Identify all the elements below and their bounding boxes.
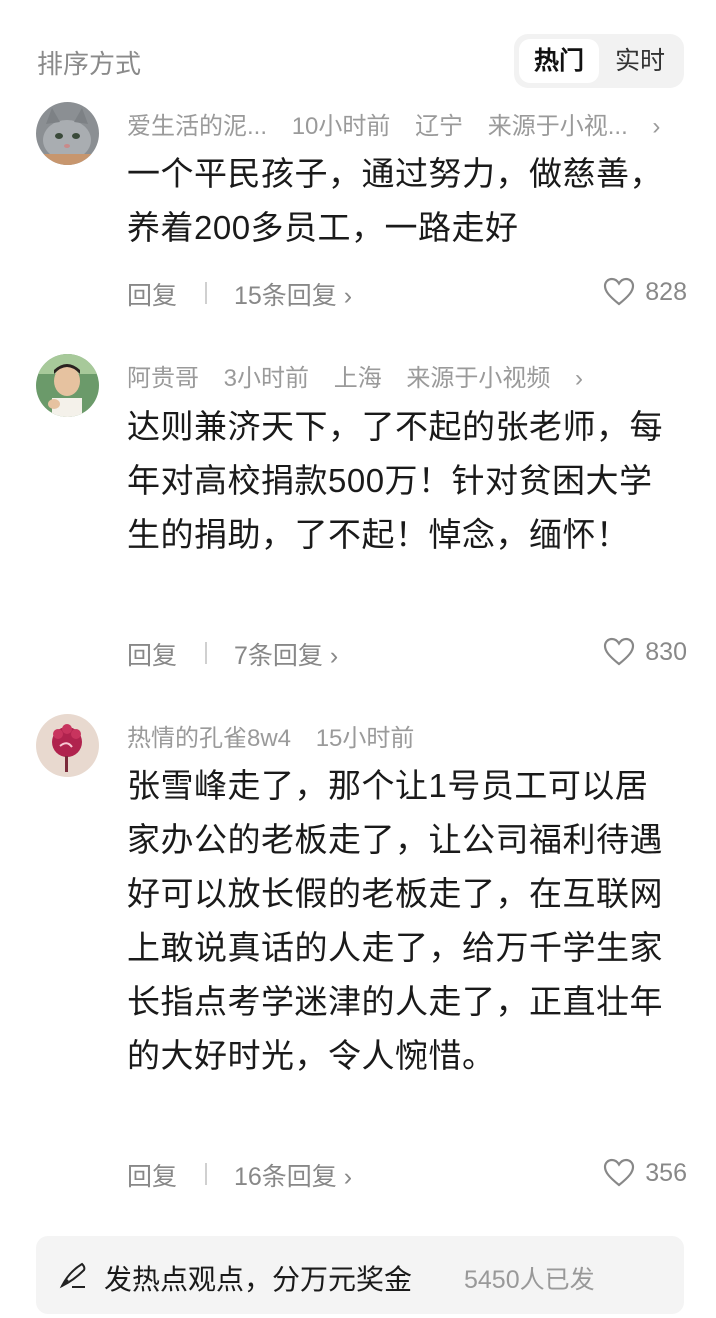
reply-button[interactable]: 回复 xyxy=(127,636,177,672)
reply-button[interactable]: 回复 xyxy=(127,1157,177,1193)
sort-toggle: 热门 实时 xyxy=(514,34,684,88)
view-replies-button[interactable]: 7条回复 › xyxy=(234,636,338,672)
comment-text: 张雪峰走了，那个让1号员工可以居家办公的老板走了，让公司福利待遇好可以放长假的老… xyxy=(127,767,663,1074)
heart-icon xyxy=(604,277,635,306)
chevron-right-icon: › xyxy=(652,113,661,140)
sort-label: 排序方式 xyxy=(37,49,142,79)
username[interactable]: 爱生活的泥... xyxy=(127,113,267,140)
comment-actions: 回复 7条回复 › 830 xyxy=(127,632,687,672)
like-button[interactable]: 356 xyxy=(603,1153,687,1193)
sort-option-hot[interactable]: 热门 xyxy=(519,39,599,83)
location: 上海 xyxy=(333,365,382,392)
comment-meta: 爱生活的泥... 10小时前 辽宁 来源于小视... › xyxy=(127,106,660,141)
replies-count: 15条回复 xyxy=(234,282,337,310)
cat-avatar[interactable] xyxy=(36,102,99,165)
username[interactable]: 热情的孔雀8w4 xyxy=(127,725,291,752)
comment-actions: 回复 15条回复 › 828 xyxy=(127,272,687,312)
sort-option-live[interactable]: 实时 xyxy=(600,39,680,83)
divider xyxy=(205,282,207,304)
like-count: 828 xyxy=(645,277,687,306)
pen-icon xyxy=(59,1262,86,1289)
source-link[interactable]: 来源于小视频 xyxy=(406,365,550,392)
sort-bar: 排序方式 热门 实时 xyxy=(0,0,716,120)
timestamp: 3小时前 xyxy=(223,365,310,392)
timestamp: 15小时前 xyxy=(315,725,415,752)
view-replies-button[interactable]: 16条回复 › xyxy=(234,1157,352,1193)
post-opinion-bar[interactable]: 发热点观点，分万元奖金 5450人已发 xyxy=(36,1236,684,1314)
comment-text: 一个平民孩子，通过努力，做慈善，养着200多员工，一路走好 xyxy=(127,155,663,246)
like-button[interactable]: 830 xyxy=(603,632,687,672)
view-replies-button[interactable]: 15条回复 › xyxy=(234,276,352,312)
source-link[interactable]: 来源于小视... xyxy=(488,113,628,140)
heart-icon xyxy=(604,1158,635,1187)
like-count: 830 xyxy=(645,637,687,666)
timestamp: 10小时前 xyxy=(291,113,391,140)
man-avatar[interactable] xyxy=(36,354,99,417)
location: 辽宁 xyxy=(415,113,464,140)
divider xyxy=(205,642,207,664)
reply-button[interactable]: 回复 xyxy=(127,276,177,312)
heart-icon xyxy=(604,637,635,666)
participant-count: 5450人已发 xyxy=(464,1266,595,1294)
divider xyxy=(205,1163,207,1185)
replies-count: 16条回复 xyxy=(234,1163,337,1191)
comment-text: 达则兼济天下，了不起的张老师，每年对高校捐款500万！针对贫困大学生的捐助，了不… xyxy=(127,408,663,553)
comment-actions: 回复 16条回复 › 356 xyxy=(127,1153,687,1193)
like-count: 356 xyxy=(645,1158,687,1187)
replies-count: 7条回复 xyxy=(234,642,323,670)
comment-meta: 阿贵哥 3小时前 上海 来源于小视频 › xyxy=(127,358,583,393)
flower-avatar[interactable] xyxy=(36,714,99,777)
username[interactable]: 阿贵哥 xyxy=(127,365,199,392)
post-opinion-text: 发热点观点，分万元奖金 xyxy=(104,1264,413,1295)
chevron-right-icon: › xyxy=(575,365,584,392)
comment-meta: 热情的孔雀8w4 15小时前 xyxy=(127,718,432,753)
like-button[interactable]: 828 xyxy=(603,272,687,312)
